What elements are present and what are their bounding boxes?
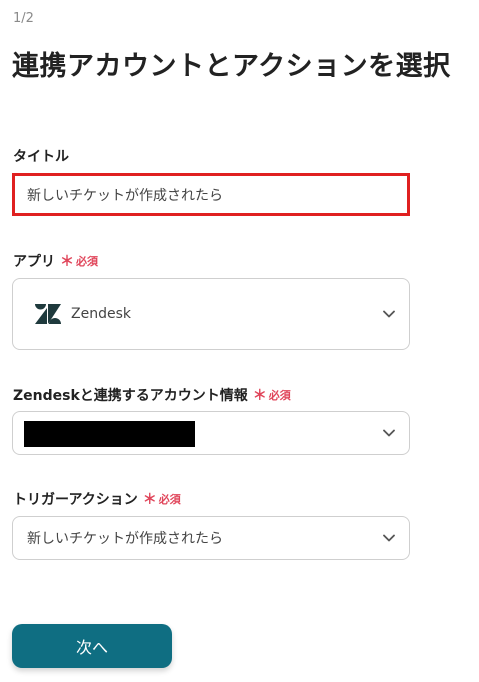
app-select[interactable]: Zendesk <box>12 278 410 350</box>
required-text: 必須 <box>268 389 291 402</box>
page-title: 連携アカウントとアクションを選択 <box>12 51 451 82</box>
zendesk-logo-icon <box>35 304 61 324</box>
trigger-label-text: トリガーアクション <box>13 492 138 508</box>
app-label-text: アプリ <box>13 254 55 270</box>
required-text: 必須 <box>76 255 98 268</box>
account-select[interactable] <box>12 411 410 455</box>
app-label: アプリ ＊必須 <box>13 251 98 271</box>
title-input-value: 新しいチケットが作成されたら <box>27 187 223 204</box>
required-star-icon: ＊ <box>60 254 74 270</box>
step-indicator: 1/2 <box>13 11 34 26</box>
chevron-down-icon[interactable] <box>383 429 395 437</box>
title-label: タイトル <box>13 146 69 166</box>
redacted-account-value <box>24 421 195 447</box>
required-badge: ＊必須 <box>60 251 98 271</box>
required-star-icon: ＊ <box>252 388 267 404</box>
required-badge: ＊必須 <box>143 489 181 509</box>
chevron-down-icon[interactable] <box>383 310 395 318</box>
account-label-text: Zendeskと連携するアカウント情報 <box>13 388 248 404</box>
chevron-down-icon[interactable] <box>383 534 395 542</box>
title-label-text: タイトル <box>13 149 69 165</box>
trigger-select[interactable]: 新しいチケットが作成されたら <box>12 516 410 560</box>
account-label: Zendeskと連携するアカウント情報 ＊必須 <box>13 385 291 405</box>
required-text: 必須 <box>158 493 181 506</box>
selected-app-name: Zendesk <box>71 306 131 322</box>
required-star-icon: ＊ <box>142 492 157 508</box>
title-input[interactable]: 新しいチケットが作成されたら <box>12 173 410 216</box>
trigger-select-value: 新しいチケットが作成されたら <box>27 531 223 547</box>
trigger-label: トリガーアクション ＊必須 <box>13 489 181 509</box>
next-button[interactable]: 次へ <box>12 624 172 668</box>
required-badge: ＊必須 <box>253 385 291 405</box>
